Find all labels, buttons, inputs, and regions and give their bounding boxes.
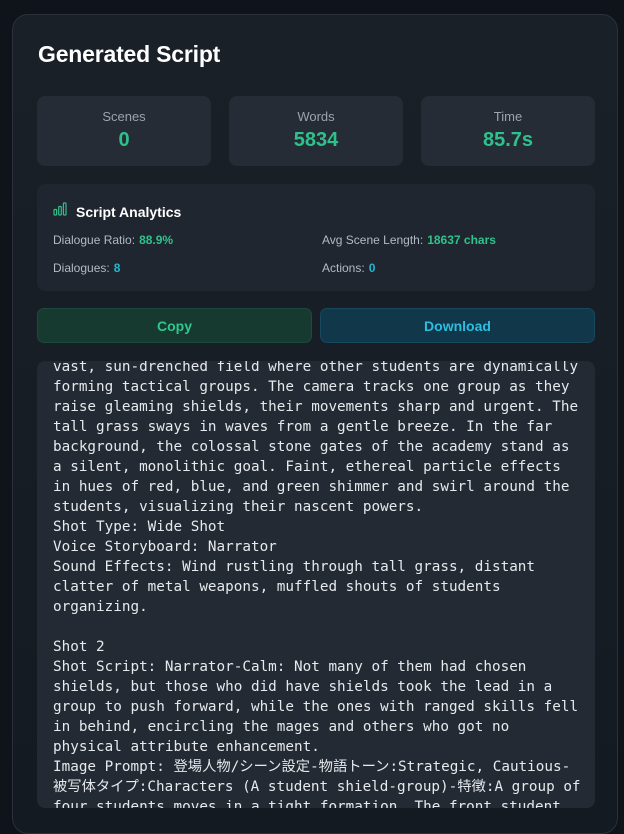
stat-card-time: Time 85.7s (421, 96, 595, 166)
metric-value: 0 (368, 261, 376, 275)
metric-dialogue-ratio: Dialogue Ratio: 88.9% (53, 233, 173, 247)
metric-actions: Actions: 0 (322, 261, 375, 275)
stat-card-scenes: Scenes 0 (37, 96, 211, 166)
generated-script-panel: Generated Script Scenes 0 Words 5834 Tim… (12, 14, 618, 834)
stat-label-scenes: Scenes (102, 109, 146, 124)
metric-label: Dialogues: (53, 261, 110, 275)
bar-chart-icon (53, 202, 67, 221)
copy-button[interactable]: Copy (37, 308, 312, 343)
metric-value: 8 (113, 261, 121, 275)
metric-dialogues: Dialogues: 8 (53, 261, 120, 275)
analytics-title: Script Analytics (76, 203, 182, 220)
metric-label: Avg Scene Length: (322, 233, 424, 247)
analytics-header: Script Analytics (53, 202, 181, 221)
stat-value-scenes: 0 (118, 129, 130, 151)
script-output-scroll-area[interactable]: vast, sun-drenched field where other stu… (37, 361, 595, 808)
script-text: vast, sun-drenched field where other stu… (53, 361, 581, 808)
metric-avg-scene-length: Avg Scene Length: 18637 chars (322, 233, 496, 247)
metric-value: 88.9% (139, 233, 174, 247)
metric-label: Dialogue Ratio: (53, 233, 136, 247)
stat-value-time: 85.7s (482, 129, 534, 151)
stat-value-words: 5834 (293, 129, 339, 151)
page-title: Generated Script (38, 41, 221, 67)
metric-value: 18637 chars (427, 233, 496, 247)
metric-label: Actions: (322, 261, 365, 275)
stat-card-words: Words 5834 (229, 96, 403, 166)
stat-label-words: Words (297, 109, 335, 124)
download-button[interactable]: Download (320, 308, 595, 343)
stat-label-time: Time (493, 109, 523, 124)
script-analytics-card: Script Analytics Dialogue Ratio: 88.9% Av… (37, 184, 595, 291)
